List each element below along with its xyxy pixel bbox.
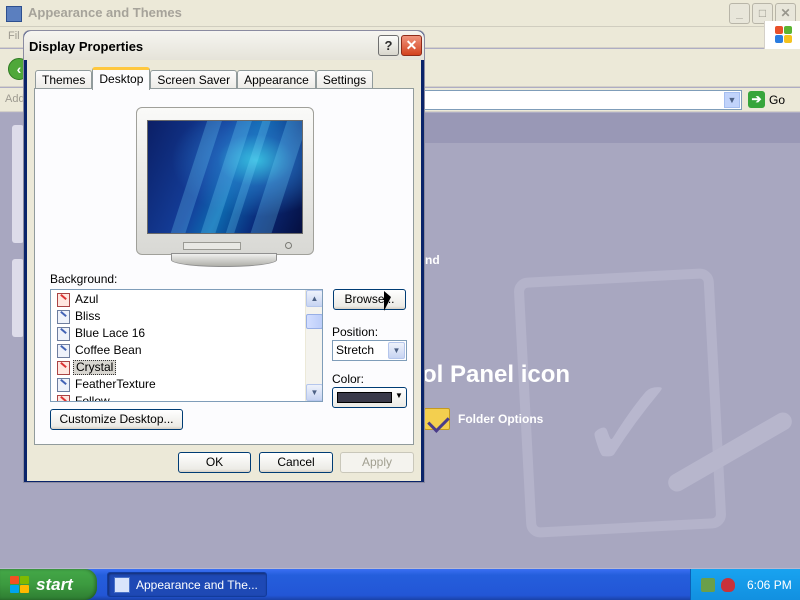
background-window-title: Appearance and Themes (28, 5, 182, 20)
category-text-fragment: nd (425, 253, 440, 267)
folder-options-link[interactable]: Folder Options (424, 408, 543, 430)
chevron-down-icon[interactable]: ▼ (388, 342, 405, 359)
list-item[interactable]: Azul (57, 291, 100, 308)
checkmark-watermark-icon: ✓ (575, 348, 684, 500)
control-panel-icon (6, 6, 22, 22)
go-label: Go (769, 92, 786, 107)
folder-options-icon (424, 408, 450, 430)
go-arrow-icon: ➔ (748, 91, 765, 108)
browse-button[interactable]: Browse... (333, 289, 406, 310)
scroll-up-icon[interactable]: ▲ (306, 290, 322, 307)
help-button[interactable]: ? (378, 35, 399, 56)
address-input[interactable]: ▼ (424, 90, 742, 110)
tab-appearance[interactable]: Appearance (237, 70, 316, 89)
windows-flag-icon (10, 575, 30, 594)
position-select[interactable]: Stretch ▼ (332, 340, 407, 361)
chevron-down-icon: ▼ (395, 391, 403, 400)
start-button[interactable]: start (0, 569, 97, 600)
color-picker-button[interactable]: ▼ (332, 387, 407, 408)
image-file-icon (57, 377, 70, 392)
image-file-icon (57, 394, 70, 401)
close-button[interactable]: ✕ (401, 35, 422, 56)
dialog-title: Display Properties (29, 39, 144, 54)
scroll-down-icon[interactable]: ▼ (306, 384, 322, 401)
list-item-label: Coffee Bean (75, 343, 142, 357)
list-item-label: Azul (75, 292, 99, 306)
mouse-pointer-icon (384, 291, 391, 311)
address-label: Add (5, 93, 25, 105)
image-file-icon (57, 309, 70, 324)
apply-button[interactable]: Apply (340, 452, 414, 473)
tab-desktop[interactable]: Desktop (92, 67, 151, 90)
tab-screen-saver[interactable]: Screen Saver (150, 70, 238, 89)
image-file-icon (57, 360, 70, 375)
list-item[interactable]: Blue Lace 16 (57, 325, 147, 342)
menu-file[interactable]: Fil (8, 30, 20, 42)
list-item-label: Bliss (75, 309, 101, 323)
customize-desktop-button[interactable]: Customize Desktop... (50, 409, 183, 430)
task-header-strip (424, 113, 800, 143)
list-item-label: Blue Lace 16 (75, 326, 146, 340)
network-icon[interactable] (701, 577, 715, 592)
monitor-stand (171, 253, 277, 267)
display-properties-dialog: Display Properties ? ✕ Themes Desktop Sc… (23, 30, 425, 483)
security-shield-icon[interactable] (721, 577, 735, 592)
monitor-preview (136, 107, 314, 255)
taskbar: start Appearance and The... 6:06 PM (0, 569, 800, 600)
list-item[interactable]: Follow (57, 393, 112, 402)
wallpaper-preview (147, 120, 303, 234)
ok-button[interactable]: OK (178, 452, 251, 473)
monitor-power-icon (285, 242, 292, 249)
start-label: start (36, 574, 73, 594)
scroll-thumb[interactable] (306, 314, 322, 329)
tab-strip: Themes Desktop Screen Saver Appearance S… (35, 67, 374, 90)
minimize-button[interactable]: _ (729, 3, 750, 24)
list-item[interactable]: FeatherTexture (57, 376, 158, 393)
system-tray: 6:06 PM (690, 569, 800, 600)
pick-control-panel-heading: ol Panel icon (422, 361, 571, 388)
address-dropdown-icon[interactable]: ▼ (724, 92, 740, 108)
taskbar-window-label: Appearance and The... (136, 577, 258, 592)
windows-logo-icon (764, 21, 800, 49)
go-button[interactable]: ➔ Go (748, 91, 785, 108)
list-item-selected[interactable]: Crystal (57, 359, 117, 376)
color-swatch (337, 392, 392, 403)
desktop-tab-panel: Background: Azul Bliss Blue Lace 16 Coff… (34, 88, 414, 445)
list-item-label: Follow (75, 394, 110, 402)
image-file-icon (57, 292, 70, 307)
clock[interactable]: 6:06 PM (747, 578, 792, 592)
position-value: Stretch (336, 343, 375, 357)
control-panel-icon (114, 576, 130, 593)
tab-settings[interactable]: Settings (315, 70, 374, 89)
listbox-scrollbar[interactable]: ▲ ▼ (305, 290, 322, 401)
dialog-title-bar[interactable]: Display Properties ? ✕ (24, 31, 424, 60)
cancel-button[interactable]: Cancel (259, 452, 333, 473)
background-title-bar[interactable]: Appearance and Themes _ □ ✕ (0, 0, 800, 27)
color-label: Color: (332, 372, 365, 386)
list-item-label: FeatherTexture (75, 377, 156, 391)
list-item[interactable]: Bliss (57, 308, 102, 325)
image-file-icon (57, 326, 70, 341)
list-item[interactable]: Coffee Bean (57, 342, 144, 359)
background-listbox[interactable]: Azul Bliss Blue Lace 16 Coffee Bean Crys… (50, 289, 323, 402)
image-file-icon (57, 343, 70, 358)
tab-themes[interactable]: Themes (35, 70, 93, 89)
background-label: Background: (50, 272, 118, 286)
taskbar-window-button[interactable]: Appearance and The... (107, 572, 267, 597)
list-item-label: Crystal (73, 360, 117, 375)
folder-options-label: Folder Options (458, 412, 544, 426)
position-label: Position: (332, 325, 379, 339)
dialog-body: Themes Desktop Screen Saver Appearance S… (27, 60, 421, 481)
monitor-slot (183, 242, 241, 250)
